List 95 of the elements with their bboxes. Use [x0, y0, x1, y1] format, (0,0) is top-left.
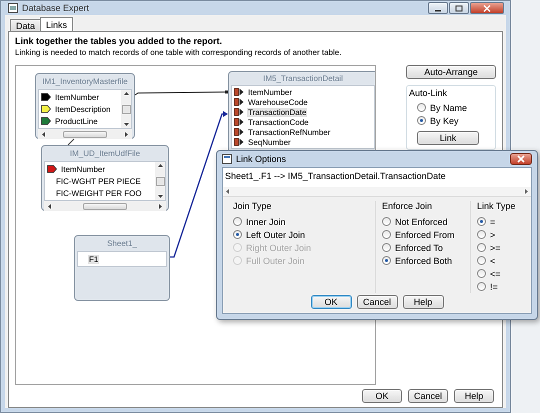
close-icon — [517, 155, 525, 163]
group-label: Enforce Join — [382, 201, 434, 212]
auto-arrange-button[interactable]: Auto-Arrange — [406, 65, 496, 79]
horizontal-scrollbar[interactable] — [223, 187, 531, 196]
radio-label: Enforced From — [395, 230, 455, 240]
field-name[interactable]: ItemNumber — [60, 164, 106, 174]
dialog-title: Link Options — [236, 154, 288, 164]
group-label: Auto-Link — [409, 88, 448, 99]
scroll-up-icon — [122, 90, 130, 97]
radio-button[interactable] — [233, 217, 242, 226]
dialog-button[interactable]: Cancel — [356, 295, 398, 309]
table-title: IM5_TransactionDetail — [262, 73, 344, 85]
description: Linking is needed to match records of one table with corresponding records of another table. — [15, 48, 342, 57]
scroll-right-icon — [524, 188, 529, 195]
close-button[interactable] — [470, 2, 504, 14]
radio-label: Right Outer Join — [246, 242, 312, 252]
link-line[interactable] — [68, 138, 74, 146]
radio-label: > — [490, 230, 496, 240]
scroll-left-icon — [225, 188, 230, 195]
field-name[interactable]: FIC-WEIGHT PER FOO — [55, 188, 143, 198]
field-name[interactable]: ItemDescription — [54, 104, 112, 114]
radio-label: By Key — [430, 116, 459, 126]
radio-label: Not Enforced — [395, 216, 448, 226]
radio-button[interactable] — [477, 217, 486, 226]
dialog-window-icon — [222, 154, 232, 164]
radio-label: != — [490, 282, 498, 292]
field-name[interactable]: SeqNumber — [247, 138, 292, 146]
field-key-icon — [234, 107, 245, 117]
table-title: IM_UD_ItemUdfFile — [68, 148, 142, 160]
radio-button[interactable] — [382, 230, 391, 239]
radio-button[interactable] — [382, 256, 391, 265]
field-name[interactable]: FIC-WGHT PER PIECE — [55, 176, 142, 186]
radio-label: Enforced To — [395, 242, 443, 252]
field-key-icon — [234, 117, 245, 127]
heading: Link together the tables you added to the report. — [15, 36, 224, 46]
field-name[interactable]: TransactionCode — [247, 118, 310, 126]
field-name[interactable]: F1 — [88, 254, 100, 264]
group-label: Join Type — [233, 201, 272, 212]
radio-button[interactable] — [477, 282, 486, 291]
maximize-icon — [455, 4, 463, 12]
link-button[interactable]: Link — [417, 131, 479, 145]
radio-label: Enforced Both — [395, 256, 452, 266]
link-path-text: Sheet1_.F1 --> IM5_TransactionDetail.TransactionDate — [224, 170, 447, 181]
radio-label: Left Outer Join — [246, 230, 306, 240]
radio-label: = — [490, 216, 496, 226]
field-name[interactable]: ItemNumber — [54, 92, 100, 102]
field-name[interactable]: ItemNumber — [247, 88, 294, 96]
radio-label: Full Outer Join — [246, 256, 305, 266]
table-node[interactable]: IM1_InventoryMasterfile ItemNumber ItemDescription ProductLine — [35, 73, 135, 139]
field-name[interactable]: ProductLine — [54, 116, 99, 126]
horizontal-scrollbar[interactable] — [38, 129, 132, 139]
table-title: IM1_InventoryMasterfile — [41, 76, 129, 88]
field-key-icon — [234, 137, 245, 147]
radio-label: Inner Join — [246, 216, 286, 226]
radio-label: <= — [490, 268, 501, 278]
radio-button[interactable] — [477, 269, 486, 278]
field-name[interactable]: TransactionDate — [247, 108, 308, 116]
dialog-button[interactable]: Help — [402, 295, 444, 309]
radio-button[interactable] — [477, 256, 486, 265]
field-name[interactable]: WarehouseCode — [247, 98, 309, 106]
vertical-scrollbar[interactable] — [155, 162, 165, 200]
radio-button[interactable] — [477, 230, 486, 239]
field-key-icon — [234, 97, 245, 107]
maximize-button[interactable] — [449, 2, 469, 14]
radio-label: < — [490, 256, 496, 266]
dialog-button[interactable]: OK — [310, 295, 352, 309]
radio-button[interactable] — [233, 230, 242, 239]
scroll-up-icon — [156, 162, 164, 169]
radio-button[interactable] — [477, 243, 486, 252]
field-key-icon — [234, 87, 245, 97]
footer-button[interactable]: Cancel — [408, 389, 448, 403]
link-line[interactable] — [134, 90, 228, 96]
radio-button[interactable] — [417, 103, 426, 112]
group-label: Link Type — [477, 201, 516, 212]
field-key-icon — [234, 127, 245, 137]
close-button[interactable] — [510, 153, 532, 165]
table-title: Sheet1_ — [106, 238, 138, 250]
table-node[interactable]: IM_UD_ItemUdfFile ItemNumber FIC-WGHT PER PIECE FIC-WEIGHT PER FOO — [41, 145, 169, 211]
radio-label: >= — [490, 242, 501, 252]
close-icon — [483, 4, 491, 12]
radio-label: By Name — [430, 102, 468, 112]
footer-button[interactable]: Help — [454, 389, 494, 403]
window-title: Database Expert — [22, 3, 90, 13]
field-name[interactable]: TransactionRefNumber — [247, 128, 332, 136]
tab[interactable]: Data — [10, 19, 42, 31]
footer-button[interactable]: OK — [362, 389, 402, 403]
table-node[interactable]: Sheet1_ F1 — [74, 235, 170, 301]
database-window-icon — [8, 3, 18, 13]
vertical-scrollbar[interactable] — [121, 90, 131, 128]
horizontal-scrollbar[interactable] — [44, 201, 166, 211]
radio-button[interactable] — [382, 243, 391, 252]
radio-button[interactable] — [382, 217, 391, 226]
tab[interactable]: Links — [40, 17, 74, 31]
radio-button[interactable] — [417, 116, 426, 125]
minimize-button[interactable] — [428, 2, 448, 14]
